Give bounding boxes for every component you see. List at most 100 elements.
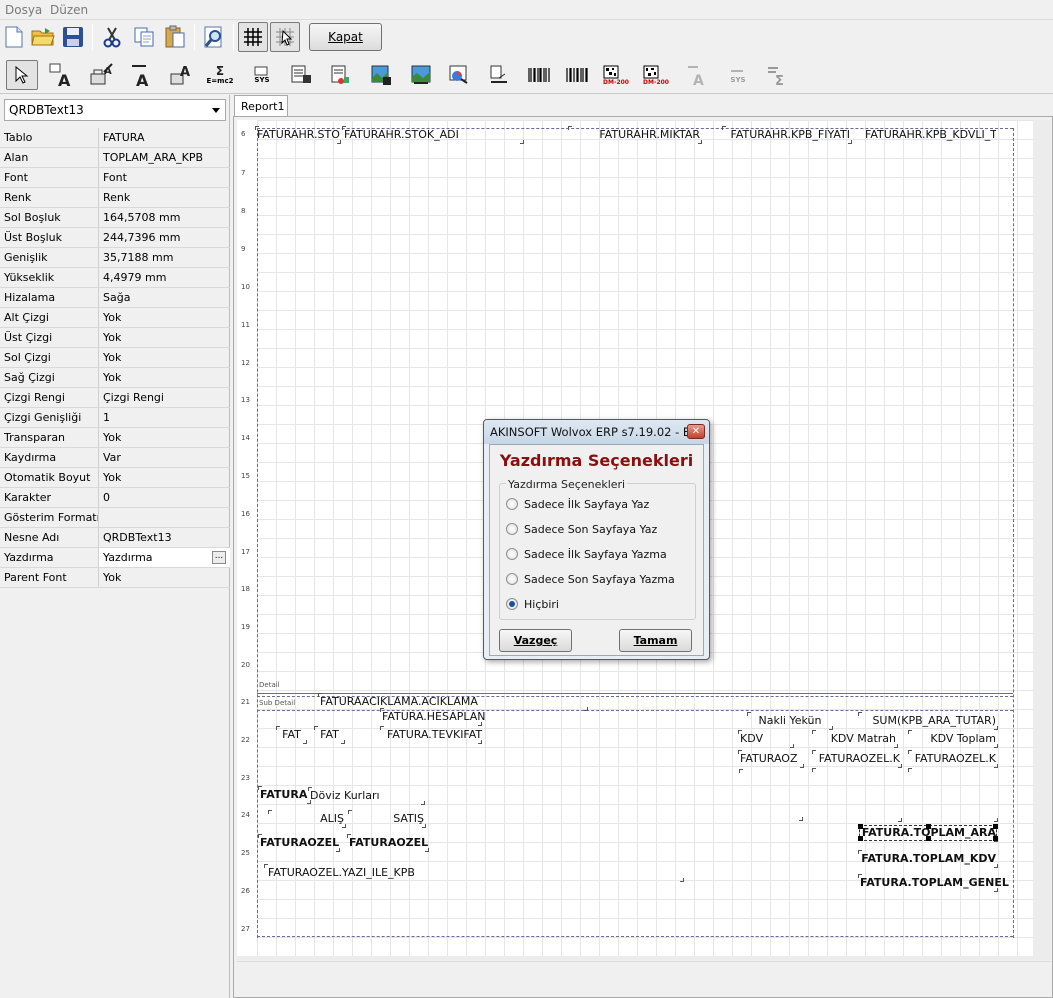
text-label-icon[interactable]: A (46, 60, 76, 90)
report-field-kdv[interactable]: KDV (738, 730, 794, 748)
property-value[interactable]: Yok (99, 348, 230, 367)
property-row[interactable]: Sol Boşluk 164,5708 mm (0, 208, 230, 228)
copy-icon[interactable] (130, 23, 158, 51)
memo-icon[interactable] (286, 60, 316, 90)
property-value[interactable]: TOPLAM_ARA_KPB (99, 148, 230, 167)
property-value[interactable]: 244,7396 mm (99, 228, 230, 247)
horizontal-scrollbar[interactable] (237, 961, 1051, 978)
property-row[interactable]: Transparan Yok (0, 428, 230, 448)
chart-icon[interactable] (444, 60, 474, 90)
property-value[interactable]: Var (99, 448, 230, 467)
property-row[interactable]: Genişlik 35,7188 mm (0, 248, 230, 268)
report-field-fat-2[interactable]: FAT (314, 726, 345, 744)
property-value[interactable]: 1 (99, 408, 230, 427)
property-value[interactable]: 4,4979 mm (99, 268, 230, 287)
db-image-icon[interactable] (406, 60, 436, 90)
property-value[interactable]: 164,5708 mm (99, 208, 230, 227)
ellipsis-button[interactable]: ... (212, 551, 226, 564)
report-field-hesaplan[interactable]: FATURA.HESAPLAN (380, 708, 486, 726)
radio-option[interactable]: Sadece Son Sayfaya Yazma (506, 571, 675, 587)
datamatrix-icon[interactable]: DM-200 (600, 60, 632, 90)
report-field-faturaoz[interactable]: FATURAOZ (738, 750, 804, 768)
report-field-nakli-yekun[interactable]: Nakli Yekün (747, 712, 833, 730)
db-field-text-icon[interactable]: A (166, 60, 196, 90)
property-row[interactable]: Parent Font Yok (0, 568, 230, 588)
property-row[interactable]: Alt Çizgi Yok (0, 308, 230, 328)
dialog-titlebar[interactable]: AKINSOFT Wolvox ERP s7.19.02 - E... ✕ (484, 420, 709, 444)
report-field-aciklama[interactable]: FATURAACIKLAMA.ACIKLAMA (318, 693, 588, 711)
property-value[interactable]: Yok (99, 568, 230, 587)
radio-option[interactable]: Hiçbiri (506, 596, 559, 612)
system-data-icon[interactable]: SYS (246, 60, 278, 90)
shape-icon[interactable] (484, 60, 514, 90)
property-row[interactable]: Çizgi Genişliği 1 (0, 408, 230, 428)
property-row[interactable]: Yükseklik 4,4979 mm (0, 268, 230, 288)
barcode-2-icon[interactable] (562, 60, 592, 90)
property-row[interactable]: Gösterim Formatı (0, 508, 230, 528)
data-field-icon[interactable]: A (86, 60, 116, 90)
report-field-faturaozel-k-1[interactable]: FATURAOZEL.K (812, 750, 902, 768)
report-field-kdvli[interactable]: FATURAHR.KPB_KDVLI_T (865, 128, 996, 142)
property-value[interactable]: Çizgi Rengi (99, 388, 230, 407)
tab-report1[interactable]: Report1 (234, 95, 288, 117)
component-select[interactable]: QRDBText13 (4, 99, 226, 121)
property-value[interactable]: Yok (99, 428, 230, 447)
save-icon[interactable] (60, 23, 86, 51)
report-field-fat-1[interactable]: FAT (276, 726, 307, 744)
property-value[interactable]: FATURA (99, 128, 230, 147)
property-value[interactable]: Yok (99, 308, 230, 327)
snap-to-grid-icon[interactable] (270, 22, 300, 52)
report-field-kdv-matrah[interactable]: KDV Matrah (812, 730, 898, 748)
selection-handle-tr[interactable] (993, 824, 998, 829)
report-field-doviz-kurlari[interactable]: Döviz Kurları (308, 787, 425, 805)
property-value[interactable]: Yok (99, 368, 230, 387)
preview-zoom-icon[interactable] (200, 23, 228, 51)
property-value[interactable]: Yok (99, 328, 230, 347)
property-row[interactable]: Sağ Çizgi Yok (0, 368, 230, 388)
report-field-kdv-toplam[interactable]: KDV Toplam (908, 730, 998, 748)
report-empty-box-3[interactable] (908, 768, 998, 822)
select-pointer-icon[interactable] (6, 60, 38, 90)
property-value[interactable]: Renk (99, 188, 230, 207)
property-row[interactable]: Çizgi Rengi Çizgi Rengi (0, 388, 230, 408)
report-empty-box-1[interactable] (739, 769, 803, 821)
cancel-button[interactable]: Vazgeç (499, 629, 572, 652)
report-field-toplam-genel[interactable]: FATURA.TOPLAM_GENEL (858, 874, 1009, 892)
report-field-tevkifat[interactable]: FATURA.TEVKIFAT (380, 726, 482, 744)
vertical-scrollbar[interactable] (1033, 120, 1051, 960)
report-field-alis[interactable]: ALIŞ (268, 810, 346, 828)
radio-button[interactable] (506, 498, 518, 510)
property-row[interactable]: Tablo FATURA (0, 128, 230, 148)
property-value[interactable]: Sağa (99, 288, 230, 307)
close-icon[interactable]: ✕ (687, 424, 705, 439)
property-row[interactable]: Karakter 0 (0, 488, 230, 508)
report-field-sum[interactable]: SUM(KPB_ARA_TUTAR) (858, 712, 998, 730)
db-text-icon[interactable]: A (126, 60, 156, 90)
ok-button[interactable]: Tamam (619, 629, 692, 652)
property-value[interactable]: 0 (99, 488, 230, 507)
report-field-faturaozel-k-2[interactable]: FATURAOZEL.K (908, 750, 998, 768)
image-icon[interactable] (366, 60, 396, 90)
radio-button[interactable] (506, 573, 518, 585)
property-value[interactable]: Yok (99, 468, 230, 487)
report-field-satis[interactable]: SATIŞ (348, 810, 426, 828)
radio-option[interactable]: Sadece İlk Sayfaya Yazma (506, 546, 667, 562)
selection-handle-bm[interactable] (926, 836, 931, 841)
report-field-miktar[interactable]: FATURAHR.MIKTAR (568, 126, 702, 144)
report-field-sto[interactable]: FATURAHR.STO (255, 126, 341, 144)
cut-icon[interactable] (99, 23, 125, 51)
report-field-faturaozel-1[interactable]: FATURAOZEL (258, 834, 340, 852)
report-field-fiyat[interactable]: FATURAHR.KPB_FIYATI (722, 126, 852, 144)
selection-handle-bl[interactable] (858, 836, 863, 841)
report-field-toplam-kdv[interactable]: FATURA.TOPLAM_KDV (858, 850, 998, 868)
chevron-down-icon[interactable] (212, 108, 220, 113)
property-value[interactable] (99, 508, 230, 527)
grid-toggle-icon[interactable] (238, 22, 268, 52)
open-folder-icon[interactable] (30, 23, 56, 51)
property-row[interactable]: Üst Çizgi Yok (0, 328, 230, 348)
rich-text-icon[interactable] (326, 60, 356, 90)
property-row[interactable]: Hizalama Sağa (0, 288, 230, 308)
report-field-fatura[interactable]: FATURA (258, 786, 311, 804)
property-row[interactable]: Nesne Adı QRDBText13 (0, 528, 230, 548)
property-value[interactable]: Yazdırma... (99, 548, 230, 567)
